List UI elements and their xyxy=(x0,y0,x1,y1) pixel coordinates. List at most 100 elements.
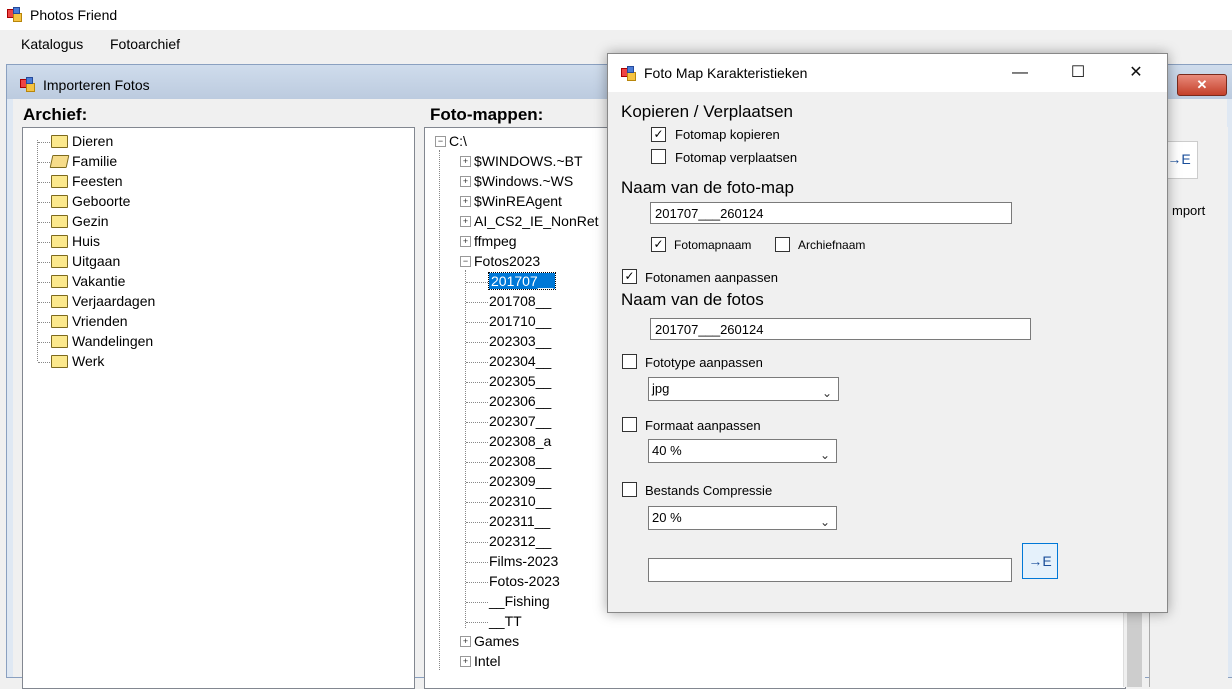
folder-tree-item[interactable]: 202304__ xyxy=(489,353,551,369)
fotonamen-checkbox[interactable]: ✓ xyxy=(622,269,637,284)
archief-item[interactable]: Vrienden xyxy=(51,313,128,329)
fotomapnaam-label: Fotomapnaam xyxy=(674,238,752,252)
folder-tree-item[interactable]: + Intel xyxy=(460,653,500,669)
archiefnaam-checkbox[interactable] xyxy=(775,237,790,252)
folder-tree-item[interactable]: − Fotos2023 xyxy=(460,253,540,269)
folder-tree-item[interactable]: + $WinREAgent xyxy=(460,193,562,209)
archief-item-label: Uitgaan xyxy=(72,253,121,269)
expand-icon[interactable]: + xyxy=(460,155,471,167)
folder-icon xyxy=(51,194,68,208)
import-button[interactable]: →E xyxy=(1022,543,1058,579)
folder-tree-item[interactable]: − C:\ xyxy=(435,133,467,149)
formaat-select[interactable]: 40 % ⌄ xyxy=(648,439,837,463)
compressie-value: 20 % xyxy=(652,510,682,525)
folder-tree-item[interactable]: 201708__ xyxy=(489,293,551,309)
folder-tree-item[interactable]: 201710__ xyxy=(489,313,551,329)
compressie-checkbox[interactable] xyxy=(622,482,637,497)
folder-tree-item[interactable]: 201707__ xyxy=(487,272,557,290)
expand-icon[interactable]: + xyxy=(460,635,471,647)
app-title: Photos Friend xyxy=(30,7,118,23)
folder-tree-label: Games xyxy=(474,633,520,649)
archiefnaam-label: Archiefnaam xyxy=(798,238,866,252)
folder-tree-item[interactable]: + AI_CS2_IE_NonRet xyxy=(460,213,599,229)
compressie-select[interactable]: 20 % ⌄ xyxy=(648,506,837,530)
expand-icon[interactable]: + xyxy=(460,215,471,227)
fototype-checkbox[interactable] xyxy=(622,354,637,369)
folder-tree-item[interactable]: 202306__ xyxy=(489,393,551,409)
close-icon[interactable]: ✕ xyxy=(1113,54,1159,92)
naam-fotos-input[interactable]: 201707___260124 xyxy=(650,318,1031,340)
kopieren-label: Fotomap kopieren xyxy=(675,127,780,142)
archief-item[interactable]: Uitgaan xyxy=(51,253,120,269)
archief-item-label: Wandelingen xyxy=(72,333,154,349)
collapse-icon[interactable]: − xyxy=(435,135,446,147)
folder-icon xyxy=(51,334,68,348)
folder-tree-item[interactable]: 202310__ xyxy=(489,493,551,509)
folder-tree-label: $WINDOWS.~BT xyxy=(474,153,583,169)
folder-tree-item[interactable]: 202307__ xyxy=(489,413,551,429)
folder-tree-item[interactable]: 202308_a xyxy=(489,433,551,449)
folder-icon xyxy=(51,294,68,308)
archief-item[interactable]: Dieren xyxy=(51,133,113,149)
folder-tree-item[interactable]: 202312__ xyxy=(489,533,551,549)
maximize-icon[interactable]: ☐ xyxy=(1055,54,1101,92)
archief-tree[interactable]: Dieren Familie Feesten Geboorte Gezin Huis Uit… xyxy=(22,127,415,689)
folder-tree-item[interactable]: __Fishing xyxy=(489,593,550,609)
folder-tree-item[interactable]: + $WINDOWS.~BT xyxy=(460,153,583,169)
import-window-close-button[interactable]: ✕ xyxy=(1177,74,1227,96)
folder-tree-item[interactable]: 202311__ xyxy=(489,513,550,529)
folder-tree-item[interactable]: Fotos-2023 xyxy=(489,573,560,589)
folder-icon xyxy=(51,274,68,288)
kopieren-checkbox[interactable]: ✓ xyxy=(651,127,666,142)
folder-tree-label: 202309__ xyxy=(489,473,552,489)
archief-item[interactable]: Gezin xyxy=(51,213,109,229)
expand-icon[interactable]: + xyxy=(460,655,471,667)
folder-tree-item[interactable]: + ffmpeg xyxy=(460,233,517,249)
verplaatsen-label: Fotomap verplaatsen xyxy=(675,150,798,165)
archief-item[interactable]: Vakantie xyxy=(51,273,125,289)
archief-item-label: Familie xyxy=(72,153,118,169)
folder-tree-label: __TT xyxy=(489,613,522,629)
naam-map-input[interactable]: 201707___260124 xyxy=(650,202,1012,224)
folder-tree-item[interactable]: + Games xyxy=(460,633,519,649)
folder-tree-item[interactable]: Films-2023 xyxy=(489,553,558,569)
archief-item-label: Dieren xyxy=(72,133,114,149)
path-input[interactable] xyxy=(648,558,1012,582)
menu-fotoarchief[interactable]: Fotoarchief xyxy=(110,36,180,52)
foto-map-dialog: Foto Map Karakteristieken — ☐ ✕ Kopieren… xyxy=(607,53,1168,613)
folder-tree-label: AI_CS2_IE_NonRet xyxy=(474,213,599,229)
folder-tree-label: Intel xyxy=(474,653,501,669)
expand-icon[interactable]: + xyxy=(460,195,471,207)
archief-item[interactable]: Verjaardagen xyxy=(51,293,155,309)
expand-icon[interactable]: + xyxy=(460,175,471,187)
archief-item[interactable]: Wandelingen xyxy=(51,333,153,349)
verplaatsen-checkbox[interactable] xyxy=(651,149,666,164)
archief-heading: Archief: xyxy=(23,105,88,124)
folder-tree-item[interactable]: 202308__ xyxy=(489,453,551,469)
fotomapnaam-checkbox[interactable]: ✓ xyxy=(651,237,666,252)
compressie-label: Bestands Compressie xyxy=(645,483,773,498)
folder-icon xyxy=(51,234,68,248)
formaat-checkbox[interactable] xyxy=(622,417,637,432)
archief-item[interactable]: Werk xyxy=(51,353,104,369)
archief-item[interactable]: Feesten xyxy=(51,173,123,189)
expand-icon[interactable]: + xyxy=(460,235,471,247)
folder-tree-label: C:\ xyxy=(449,133,467,149)
archief-item[interactable]: Geboorte xyxy=(51,193,130,209)
archief-item-label: Gezin xyxy=(72,213,109,229)
folder-tree-item[interactable]: 202309__ xyxy=(489,473,551,489)
archief-item[interactable]: Familie xyxy=(49,153,118,169)
folder-icon xyxy=(51,174,68,188)
folder-tree-item[interactable]: 202303__ xyxy=(489,333,551,349)
folder-tree-item[interactable]: __TT xyxy=(489,613,522,629)
fototype-select[interactable]: jpg ⌄ xyxy=(648,377,839,401)
minimize-icon[interactable]: — xyxy=(997,54,1043,92)
folder-tree-label: 202310__ xyxy=(489,493,552,509)
collapse-icon[interactable]: − xyxy=(460,255,471,267)
folder-tree-item[interactable]: 202305__ xyxy=(489,373,551,389)
folder-tree-item[interactable]: + $Windows.~WS xyxy=(460,173,573,189)
archief-item[interactable]: Huis xyxy=(51,233,100,249)
fototype-value: jpg xyxy=(652,381,670,396)
import-window-title: Importeren Fotos xyxy=(43,77,150,93)
menu-katalogus[interactable]: Katalogus xyxy=(21,36,83,52)
